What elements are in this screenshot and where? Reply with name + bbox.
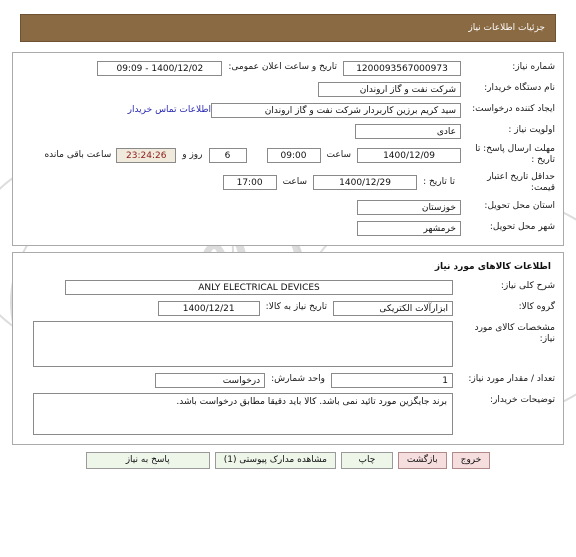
content-root: جزئیات اطلاعات نیاز شماره نیاز: 12000935…: [6, 14, 570, 473]
row-priority: اولویت نیاز : عادی: [21, 123, 555, 139]
goods-group-field[interactable]: ابزارآلات الکتریکی: [333, 300, 453, 316]
quantity-field[interactable]: 1: [331, 372, 453, 388]
general-desc-field[interactable]: ANLY ELECTRICAL DEVICES: [65, 279, 453, 295]
price-validity-until-label: تا تاریخ :: [423, 177, 455, 188]
row-requester: ایجاد کننده درخواست: سید کریم برزین کارب…: [21, 102, 555, 118]
countdown-timer: 23:24:26: [116, 147, 177, 163]
priority-field[interactable]: عادی: [355, 123, 461, 139]
action-button-bar: خروج بازگشت چاپ مشاهده مدارک پیوستی (1) …: [6, 452, 570, 473]
goods-info-panel: اطلاعات کالاهای مورد نیاز شرح کلی نیاز: …: [12, 252, 564, 445]
row-general-desc: شرح کلی نیاز: ANLY ELECTRICAL DEVICES: [21, 279, 555, 295]
row-need-number: شماره نیاز: 1200093567000973 تاریخ و ساع…: [21, 60, 555, 76]
buyer-org-label: نام دستگاه خریدار:: [484, 83, 555, 94]
row-delivery-city: شهر محل تحویل: خرمشهر: [21, 220, 555, 236]
priority-label: اولویت نیاز :: [508, 125, 555, 136]
need-date-field[interactable]: 1400/12/21: [157, 300, 260, 316]
delivery-province-label: استان محل تحویل:: [484, 201, 555, 212]
row-reply-deadline: مهلت ارسال پاسخ: تا تاریخ : 1400/12/09 س…: [21, 144, 555, 167]
price-validity-time-field[interactable]: 17:00: [222, 175, 277, 191]
reply-deadline-time-label: ساعت: [326, 149, 352, 160]
specs-textarea[interactable]: [33, 321, 453, 367]
price-validity-date-field[interactable]: 1400/12/29: [313, 175, 418, 191]
exit-button[interactable]: خروج: [451, 452, 491, 469]
requester-label: ایجاد کننده درخواست:: [472, 104, 555, 115]
remaining-days-separator: روز و: [182, 149, 203, 160]
buyer-contact-link[interactable]: اطلاعات تماس خریدار: [120, 105, 211, 115]
view-attachments-button[interactable]: مشاهده مدارک پیوستی (1): [214, 452, 336, 469]
requester-field[interactable]: سید کریم برزین کاربردار شرکت نفت و گاز ا…: [211, 102, 461, 118]
buyer-org-field[interactable]: شرکت نفت و گاز اروندان: [318, 81, 461, 97]
row-buyer-org: نام دستگاه خریدار: شرکت نفت و گاز اروندا…: [21, 81, 555, 97]
need-date-label: تاریخ نیاز به کالا:: [265, 302, 327, 313]
page-root: 1001 ۵۱۰۱ NamadData پایگاه اطلاع رسانی م…: [0, 0, 576, 557]
unit-label: واحد شمارش:: [271, 374, 325, 385]
remaining-label: ساعت باقی مانده: [44, 150, 112, 161]
row-price-validity: حداقل تاریخ اعتبار قیمت: تا تاریخ : 1400…: [21, 172, 555, 195]
delivery-city-label: شهر محل تحویل:: [489, 222, 555, 233]
reply-deadline-date-field[interactable]: 1400/12/09: [357, 147, 461, 163]
buyer-notes-textarea[interactable]: برند جایگزین مورد تائید نمی باشد. کالا ب…: [33, 393, 453, 435]
row-buyer-notes: توضیحات خریدار: برند جایگزین مورد تائید …: [21, 393, 555, 435]
page-title: جزئیات اطلاعات نیاز: [468, 23, 545, 33]
window-title-bar: جزئیات اطلاعات نیاز: [20, 14, 556, 42]
delivery-province-field[interactable]: خوزستان: [357, 199, 461, 215]
back-button[interactable]: بازگشت: [397, 452, 447, 469]
row-delivery-province: استان محل تحویل: خوزستان: [21, 199, 555, 215]
public-announce-field[interactable]: 1400/12/02 - 09:09: [97, 60, 223, 76]
need-number-field[interactable]: 1200093567000973: [343, 60, 461, 76]
row-quantity: تعداد / مقدار مورد نیاز: 1 واحد شمارش: د…: [21, 372, 555, 388]
price-validity-time-label: ساعت: [282, 177, 308, 188]
row-goods-group: گروه کالا: ابزارآلات الکتریکی تاریخ نیاز…: [21, 300, 555, 316]
public-announce-label: تاریخ و ساعت اعلان عمومی:: [228, 62, 337, 73]
quantity-label: تعداد / مقدار مورد نیاز:: [468, 374, 555, 385]
goods-group-label: گروه کالا:: [518, 302, 555, 313]
print-button[interactable]: چاپ: [340, 452, 393, 469]
reply-to-need-button[interactable]: پاسخ به نیاز: [85, 452, 210, 469]
need-info-panel: شماره نیاز: 1200093567000973 تاریخ و ساع…: [12, 52, 564, 246]
reply-deadline-time-field[interactable]: 09:00: [266, 147, 321, 163]
delivery-city-field[interactable]: خرمشهر: [357, 220, 461, 236]
need-number-label: شماره نیاز:: [512, 62, 555, 73]
specs-label: مشخصات کالای مورد نیاز:: [474, 323, 555, 345]
buyer-notes-label: توضیحات خریدار:: [489, 395, 555, 405]
price-validity-label: حداقل تاریخ اعتبار قیمت:: [487, 171, 555, 193]
remaining-days-field: 6: [208, 147, 247, 163]
unit-field[interactable]: درخواست: [155, 372, 266, 388]
goods-section-title: اطلاعات کالاهای مورد نیاز: [434, 262, 551, 272]
row-specs: مشخصات کالای مورد نیاز:: [21, 321, 555, 367]
reply-deadline-label: مهلت ارسال پاسخ: تا تاریخ :: [475, 144, 555, 166]
general-desc-label: شرح کلی نیاز:: [500, 281, 555, 292]
